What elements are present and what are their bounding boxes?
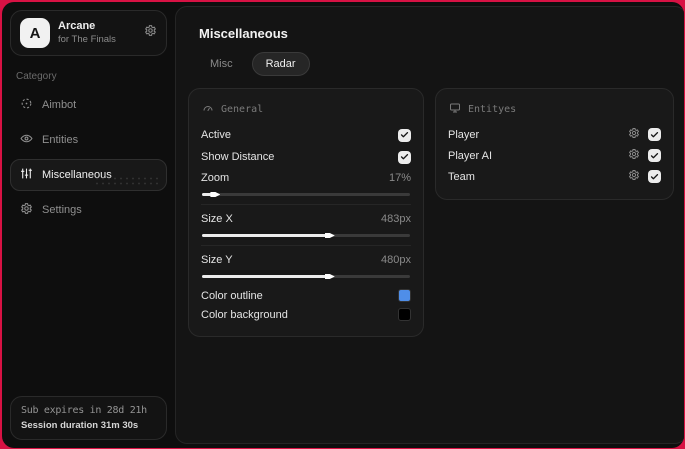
sidebar-item-label: Miscellaneous (42, 169, 112, 181)
check-icon (400, 148, 409, 166)
subscription-card: Sub expires in 28d 21h Session duration … (10, 396, 167, 440)
category-label: Category (16, 71, 57, 82)
general-panel-header: General (202, 102, 411, 117)
gear-icon (20, 202, 33, 218)
tab-bar: Misc Radar (196, 52, 674, 76)
toggle-label: Show Distance (201, 151, 275, 163)
gear-icon (628, 168, 640, 186)
gear-icon (628, 126, 640, 144)
entity-label: Player AI (448, 149, 493, 162)
general-panel: General Active Show Distance Zoom 17% Si… (188, 88, 424, 337)
sliders-icon (20, 167, 33, 183)
toggle-row-show-distance: Show Distance (201, 146, 411, 168)
player-ai-settings-button[interactable] (628, 147, 640, 165)
toggle-row-active: Active (201, 124, 411, 146)
size-y-slider[interactable] (202, 273, 410, 280)
player-checkbox[interactable] (648, 128, 661, 141)
color-label: Color background (201, 308, 288, 321)
crosshair-icon (20, 97, 33, 113)
slider-label: Size X (201, 213, 233, 225)
entity-row-player-ai: Player AI (448, 145, 661, 166)
entities-panel-title: Entityes (468, 104, 517, 115)
slider-thumb[interactable] (324, 273, 335, 280)
color-outline-swatch[interactable] (398, 289, 411, 302)
app-subtitle: for The Finals (58, 33, 116, 45)
player-ai-checkbox[interactable] (648, 149, 661, 162)
entity-label: Team (448, 170, 475, 183)
app-settings-button[interactable] (144, 24, 157, 42)
slider-thumb[interactable] (324, 232, 335, 239)
entity-label: Player (448, 128, 480, 141)
size-x-slider[interactable] (202, 232, 410, 239)
sidebar-item-label: Settings (42, 204, 82, 216)
sub-expires-text: Sub expires in 28d 21h (21, 405, 147, 416)
color-row-outline: Color outline (201, 286, 411, 305)
gear-icon (144, 24, 157, 42)
check-icon (650, 147, 659, 165)
entities-panel-header: Entityes (449, 102, 661, 117)
app-window: A Arcane for The Finals Category Aimbot … (2, 2, 684, 448)
sidebar-item-settings[interactable]: Settings (10, 194, 167, 226)
color-label: Color outline (201, 289, 263, 302)
check-icon (650, 168, 659, 186)
page-title: Miscellaneous (199, 26, 288, 41)
gauge-icon (202, 102, 214, 117)
entities-panel: Entityes Player Player AI Team (435, 88, 674, 200)
monitor-icon (449, 102, 461, 117)
slider-thumb[interactable] (210, 191, 221, 198)
slider-group-zoom: Zoom 17% (201, 168, 411, 198)
session-duration-text: Session duration 31m 30s (21, 420, 139, 431)
slider-group-size-y: Size Y 480px (201, 245, 411, 280)
sidebar: A Arcane for The Finals Category Aimbot … (2, 2, 175, 448)
app-header-card: A Arcane for The Finals (10, 10, 167, 56)
slider-label: Size Y (201, 254, 233, 266)
check-icon (650, 126, 659, 144)
gear-icon (628, 147, 640, 165)
slider-value: 483px (381, 213, 411, 225)
toggle-label: Active (201, 129, 231, 141)
sidebar-item-aimbot[interactable]: Aimbot (10, 89, 167, 121)
team-checkbox[interactable] (648, 170, 661, 183)
team-settings-button[interactable] (628, 168, 640, 186)
slider-label: Zoom (201, 172, 230, 184)
sidebar-item-label: Aimbot (42, 99, 77, 111)
active-checkbox[interactable] (398, 126, 411, 144)
main-panel: Miscellaneous Misc Radar General Active (175, 6, 684, 444)
entity-row-team: Team (448, 166, 661, 187)
color-background-swatch[interactable] (398, 308, 411, 321)
entities-icon (20, 132, 33, 148)
app-logo: A (20, 18, 50, 48)
sidebar-item-label: Entities (42, 134, 79, 146)
general-panel-title: General (221, 104, 264, 115)
check-icon (400, 126, 409, 144)
tab-radar[interactable]: Radar (251, 52, 310, 76)
slider-value: 17% (388, 172, 411, 184)
slider-value: 480px (381, 254, 411, 266)
app-name: Arcane (58, 20, 96, 33)
color-row-background: Color background (201, 305, 411, 324)
zoom-slider[interactable] (202, 191, 410, 198)
player-settings-button[interactable] (628, 126, 640, 144)
sidebar-item-entities[interactable]: Entities (10, 124, 167, 156)
sidebar-item-miscellaneous[interactable]: Miscellaneous (10, 159, 167, 191)
slider-group-size-x: Size X 483px (201, 204, 411, 239)
tab-misc[interactable]: Misc (196, 52, 247, 76)
app-title-block: Arcane for The Finals (58, 20, 116, 46)
show-distance-checkbox[interactable] (398, 148, 411, 166)
entity-row-player: Player (448, 124, 661, 145)
